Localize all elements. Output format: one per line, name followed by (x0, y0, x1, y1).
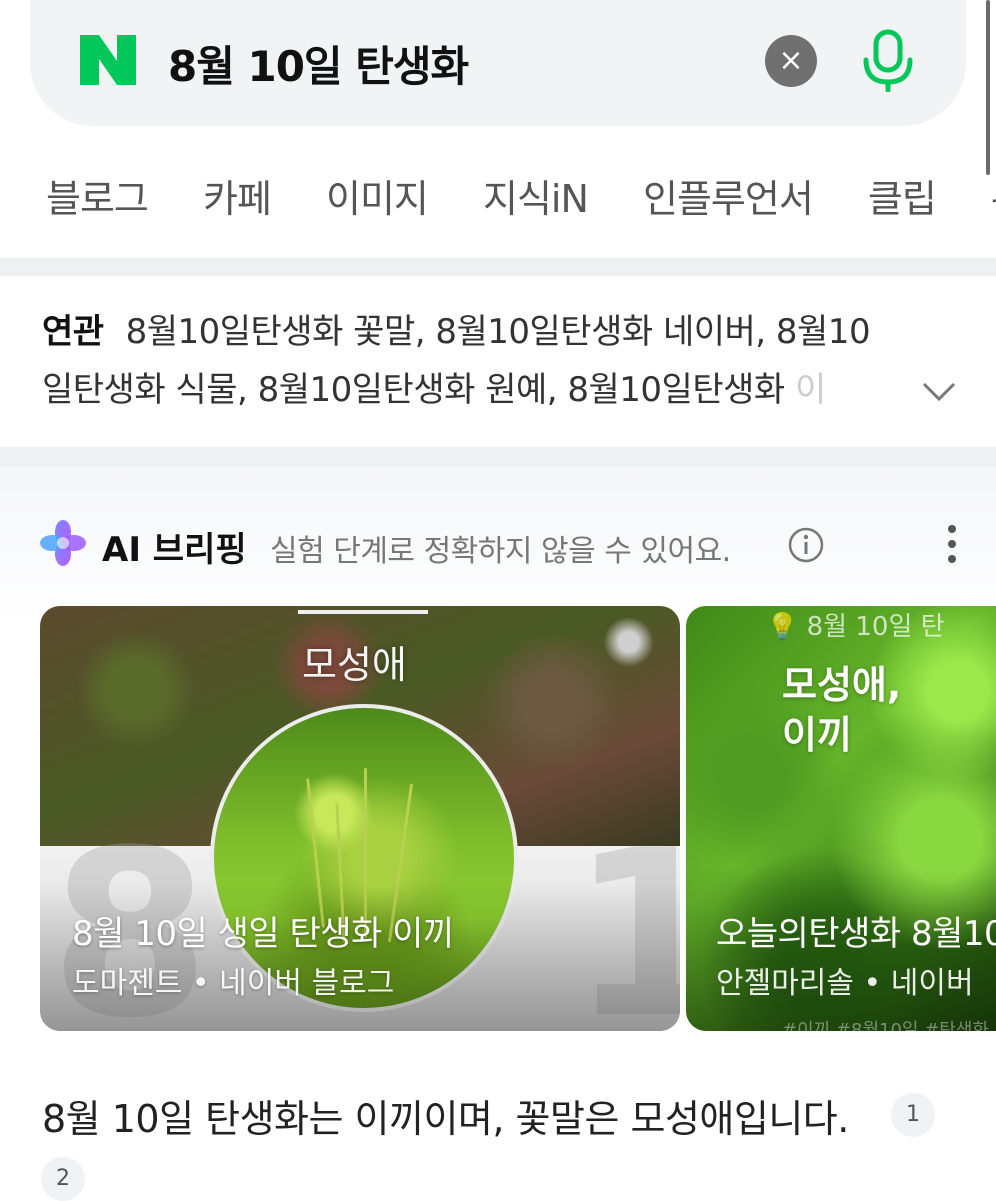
tab-cafe[interactable]: 카페 (203, 168, 272, 223)
related-heading: 연관 (42, 312, 104, 352)
overlay-bar (298, 610, 428, 614)
related-keywords-fade: 이 (794, 370, 826, 410)
card-source: 안젤마리솔 • 네이버 (716, 966, 974, 1001)
tab-knowledge-in[interactable]: 지식iN (483, 168, 589, 223)
tab-news[interactable]: 뉴 (991, 168, 996, 223)
info-icon[interactable] (787, 526, 825, 564)
briefing-card[interactable]: 💡 8월 10일 탄 모성애, 이끼 오늘의탄생화 8월10 안젤마리솔 • 네… (686, 606, 996, 1031)
card-overlay-text: 모성애, 이끼 (782, 663, 902, 757)
ai-briefing-title: AI 브리핑 (102, 530, 247, 570)
ai-sparkle-icon (40, 520, 86, 566)
briefing-card[interactable]: 8 1 모성애 8월 10일 생일 탄생화 이끼 도마젠트 • 네이버 블로그 (40, 606, 680, 1031)
clear-search-button[interactable]: × (765, 35, 817, 87)
mic-icon[interactable] (858, 28, 918, 92)
related-searches: 연관 8월10일탄생화 꽃말, 8월10일탄생화 네이버, 8월10 일탄생화 식… (42, 303, 954, 419)
card-title[interactable]: 8월 10일 생일 탄생화 이끼 (72, 906, 454, 955)
search-query[interactable]: 8월 10일 탄생화 (168, 33, 469, 94)
tab-images[interactable]: 이미지 (326, 168, 429, 223)
card-top-text: 💡 8월 10일 탄 (766, 612, 945, 642)
search-tabs: 블로그 카페 이미지 지식iN 인플루언서 클립 뉴 (46, 168, 996, 228)
card-title[interactable]: 오늘의탄생화 8월10 (716, 906, 996, 955)
citation-badge[interactable]: 1 (891, 1093, 935, 1137)
tab-blog[interactable]: 블로그 (46, 168, 149, 223)
card-overlay-text: 모성애 (302, 643, 407, 687)
card-source: 도마젠트 • 네이버 블로그 (72, 966, 395, 1001)
close-icon: × (778, 43, 804, 78)
tab-influencer[interactable]: 인플루언서 (643, 168, 814, 223)
chevron-down-icon[interactable] (920, 372, 958, 410)
card-tags: #이끼 #8월10일 #탄생화 (782, 1020, 989, 1031)
section-divider (0, 258, 996, 276)
ai-briefing-disclaimer: 실험 단계로 정확하지 않을 수 있어요. (270, 534, 731, 569)
citation-badge[interactable]: 2 (41, 1157, 85, 1201)
related-keywords-line2[interactable]: 일탄생화 식물, 8월10일탄생화 원예, 8월10일탄생화 (42, 370, 795, 410)
ai-answer-text: 8월 10일 탄생화는 이끼이며, 꽃말은 모성애입니다. (42, 1097, 849, 1141)
related-keywords-line1[interactable]: 8월10일탄생화 꽃말, 8월10일탄생화 네이버, 8월10 (126, 312, 871, 352)
section-divider (0, 447, 996, 467)
more-options-icon[interactable] (946, 524, 958, 564)
tab-clip[interactable]: 클립 (868, 168, 937, 223)
scrollbar[interactable] (986, 0, 990, 175)
naver-logo[interactable] (80, 35, 136, 85)
